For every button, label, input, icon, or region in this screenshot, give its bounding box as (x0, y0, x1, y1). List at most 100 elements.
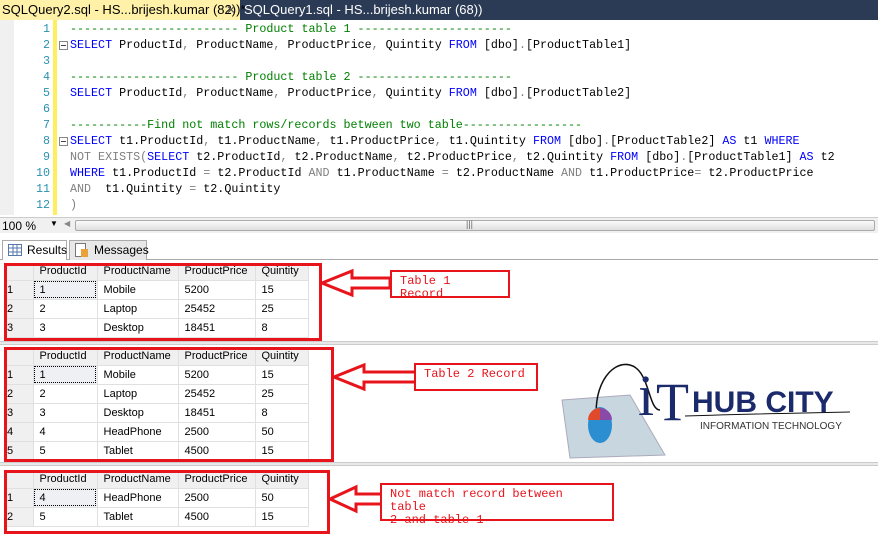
code-text: WHERE t1.ProductId = t2.ProductId AND t1… (70, 165, 814, 181)
code-line[interactable]: 10 WHERE t1.ProductId = t2.ProductId AND … (0, 165, 878, 181)
code-token: SELECT (70, 86, 113, 100)
code-token: t1.ProductPrice (329, 134, 435, 148)
code-line[interactable]: 7 -----------Find not match rows/records … (0, 117, 878, 133)
grid-splitter[interactable] (0, 462, 878, 466)
code-line[interactable]: 12) (0, 197, 878, 213)
code-token: , (273, 38, 288, 52)
line-number: 3 (42, 54, 50, 68)
code-token: , (203, 134, 218, 148)
code-token: [ProductTable1] (525, 38, 632, 52)
collapse-icon[interactable] (59, 137, 68, 146)
code-token: t1.ProductPrice (589, 166, 695, 180)
annotation-line: 2 and table 1 (390, 513, 484, 527)
code-token: [ProductTable2] (525, 86, 632, 100)
code-token: [dbo] (483, 86, 519, 100)
code-token: , (273, 86, 288, 100)
line-number: 2 (42, 38, 50, 52)
code-token: t2.ProductPrice (406, 150, 512, 164)
code-token: FROM (448, 38, 477, 52)
code-line[interactable]: 11 AND t1.Quintity = t2.Quintity (0, 181, 878, 197)
code-token: t1.ProductId (112, 166, 204, 180)
code-line[interactable]: 2 SELECT ProductId, ProductName, ProductP… (0, 37, 878, 53)
code-token: ProductName (196, 38, 274, 52)
arrow-icon (328, 484, 384, 514)
line-number: 12 (35, 198, 50, 212)
highlight-box-table1 (4, 263, 322, 341)
code-token: ProductId (119, 86, 183, 100)
code-token: t1.ProductId (119, 134, 204, 148)
code-text: SELECT ProductId, ProductName, ProductPr… (70, 37, 631, 53)
code-token: , (511, 150, 526, 164)
code-token: = (694, 166, 709, 180)
code-token: FROM (448, 86, 477, 100)
code-line[interactable]: 9 NOT EXISTS(SELECT t2.ProductId, t2.Prod… (0, 149, 878, 165)
code-token: t1.ProductName (217, 134, 316, 148)
code-token: , (182, 86, 197, 100)
it-hub-city-logo: i T HUB CITY INFORMATION TECHNOLOGY (561, 363, 851, 459)
code-token: SELECT (147, 150, 190, 164)
tab-sqlquery1[interactable]: SQLQuery1.sql - HS...brijesh.kumar (68)) (242, 0, 662, 20)
code-token: WHERE (764, 134, 800, 148)
svg-text:T: T (656, 372, 689, 432)
code-token: = (203, 166, 218, 180)
tab-results[interactable]: Results (2, 240, 67, 260)
document-tab-bar: SQLQuery2.sql - HS...brijesh.kumar (82))… (0, 0, 878, 20)
scroll-grip-icon: ||| (466, 219, 474, 229)
line-number: 4 (42, 70, 50, 84)
code-token: ------------------------ Product table 2… (70, 70, 512, 84)
annotation-table2: Table 2 Record (414, 363, 538, 391)
code-line[interactable]: 1 ------------------------ Product table … (0, 21, 878, 37)
code-token: ProductPrice (287, 38, 372, 52)
collapse-icon[interactable] (59, 41, 68, 50)
line-number: 7 (42, 118, 50, 132)
tab-sqlquery2[interactable]: SQLQuery2.sql - HS...brijesh.kumar (82))… (0, 0, 245, 20)
code-token: ProductName (196, 86, 274, 100)
results-tab-bar: Results Messages (0, 238, 878, 260)
code-token: ) (70, 198, 78, 212)
highlight-box-result (4, 470, 330, 534)
tab-label: Results (27, 243, 68, 257)
code-token: NOT EXISTS( (70, 150, 148, 164)
code-token: t1.Quintity (448, 134, 533, 148)
code-token: t2.ProductId (217, 166, 309, 180)
tab-messages[interactable]: Messages (69, 240, 149, 260)
code-token: -----------Find not match rows/records b… (70, 118, 582, 132)
close-icon[interactable]: ✕ (226, 0, 236, 20)
arrow-icon (332, 362, 420, 392)
code-line[interactable]: 8 SELECT t1.ProductId, t1.ProductName, t1… (0, 133, 878, 149)
zoom-value: 100 % (2, 219, 37, 233)
line-number: 5 (42, 86, 50, 100)
code-token: , (371, 38, 386, 52)
code-line[interactable]: 4 ------------------------ Product table … (0, 69, 878, 85)
code-token: [dbo] (483, 38, 519, 52)
grid-splitter[interactable] (0, 341, 878, 345)
code-token: t2.Quintity (203, 182, 281, 196)
code-token: , (280, 150, 295, 164)
code-line[interactable]: 6 (0, 101, 878, 117)
horizontal-scrollbar[interactable]: ||| (75, 219, 875, 231)
code-token: . (518, 86, 526, 100)
line-number: 10 (35, 166, 50, 180)
messages-icon (75, 243, 88, 257)
arrow-icon (320, 268, 392, 298)
chevron-down-icon: ▼ (50, 219, 58, 228)
line-number: 11 (35, 182, 50, 196)
svg-text:i: i (638, 363, 654, 428)
code-text: SELECT t1.ProductId, t1.ProductName, t1.… (70, 133, 807, 149)
code-token: . (518, 38, 526, 52)
code-token: AND (561, 166, 590, 180)
code-token: , (182, 38, 197, 52)
code-token: [ProductTable2] (610, 134, 723, 148)
sql-editor[interactable]: 1 ------------------------ Product table … (0, 20, 878, 215)
code-token: AND (70, 182, 106, 196)
zoom-dropdown[interactable]: 100 % ▼ (2, 219, 58, 233)
scroll-left-icon[interactable]: ◀ (64, 219, 70, 228)
code-token: = (189, 182, 204, 196)
code-token: t2 (820, 150, 835, 164)
code-token: t2.ProductId (196, 150, 281, 164)
code-line[interactable]: 5 SELECT ProductId, ProductName, ProductP… (0, 85, 878, 101)
tab-label: Messages (94, 243, 149, 257)
code-line[interactable]: 3 (0, 53, 878, 69)
code-text: ) (70, 197, 77, 213)
annotation-not-match: Not match record between table 2 and tabl… (380, 483, 614, 527)
